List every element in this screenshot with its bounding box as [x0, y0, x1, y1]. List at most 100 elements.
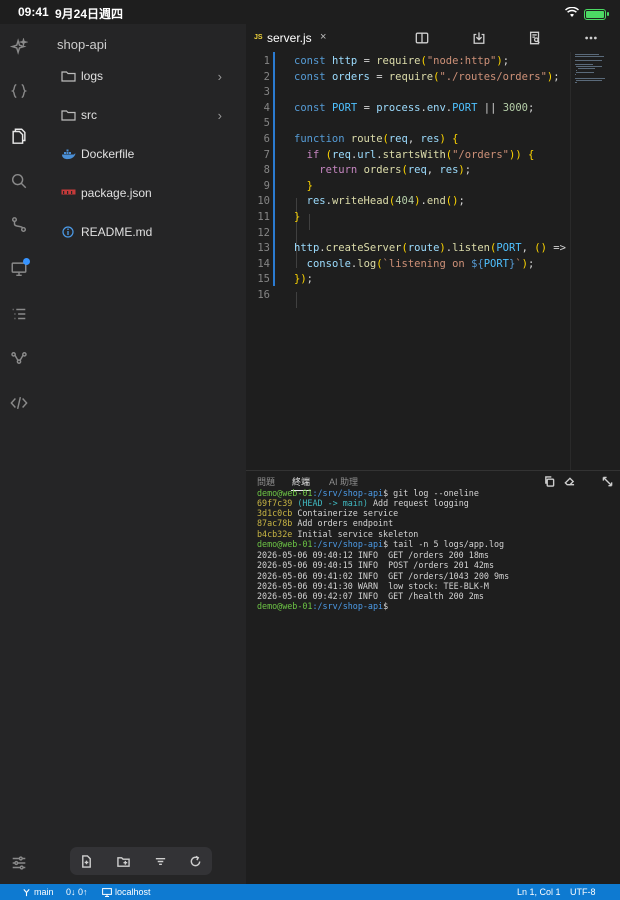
code-line: const PORT = process.env.PORT || 3000; [294, 101, 535, 114]
search-icon[interactable] [7, 169, 31, 193]
code-line: if (req.url.startsWith("/orders")) { [306, 148, 535, 161]
source-control-icon[interactable] [7, 213, 31, 237]
chevron-right-icon: › [217, 68, 222, 84]
encoding-status[interactable]: UTF-8 [570, 887, 596, 897]
terminal-line: b4cb32e Initial service skeleton [257, 529, 419, 539]
editor-tabbar: JS server.js × [246, 24, 620, 52]
line-number: 5 [263, 117, 270, 130]
clock: 09:41 [18, 5, 49, 19]
copy-icon[interactable] [542, 474, 556, 488]
remote-label: localhost [115, 887, 151, 897]
braces-icon[interactable] [7, 79, 31, 103]
minimap-line [576, 66, 602, 67]
branch-icon [23, 888, 30, 896]
code-line: } [294, 211, 301, 223]
tab-terminal[interactable]: 終端 [292, 475, 310, 488]
minimap-line [575, 78, 606, 79]
terminal-line: 2026-05-06 09:41:30 WARN low stock: TEE-… [257, 581, 489, 591]
explorer-sidebar: shop-api logs › src › Dockerfile package… [38, 24, 246, 884]
tab-ai-assistant[interactable]: AI 助理 [329, 475, 358, 488]
tree-item-readme[interactable]: README.md [38, 221, 246, 243]
line-number: 6 [263, 133, 270, 145]
battery-icon [584, 8, 609, 20]
terminal-line: 2026-05-06 09:40:12 INFO GET /orders 200… [257, 550, 489, 560]
line-number: 9 [263, 179, 270, 192]
maximize-panel-icon[interactable] [600, 474, 614, 488]
line-number: 13 [257, 242, 270, 255]
remote-status[interactable]: localhost [102, 887, 151, 897]
monitor-icon [102, 887, 112, 897]
sync-status[interactable]: 0↓ 0↑ [66, 887, 88, 897]
preview-search-icon[interactable] [527, 30, 543, 46]
line-number: 4 [263, 101, 270, 114]
tree-item-package-json[interactable]: package.json [38, 182, 246, 204]
settings-sliders-icon[interactable] [7, 851, 31, 875]
editor: JS server.js × 1 2 3 4 5 6 7 8 9 10 11 12 13 14 15 16 co… [246, 24, 620, 470]
branch-label: main [34, 887, 54, 897]
active-block-marker [273, 52, 275, 286]
line-number: 1 [263, 55, 270, 67]
status-bar: main 0↓ 0↑ localhost Ln 1, Col 1 UTF-8 [0, 884, 620, 900]
sync-label: 0↓ 0↑ [66, 887, 88, 897]
branch-status[interactable]: main [22, 887, 54, 897]
info-icon [60, 225, 76, 239]
terminal-line: demo@web-01:/srv/shop-api$ git log --one… [257, 488, 479, 498]
code-editor[interactable]: 1 2 3 4 5 6 7 8 9 10 11 12 13 14 15 16 const http = requ… [246, 52, 620, 470]
code-icon[interactable] [7, 391, 31, 415]
tab-label: server.js [267, 31, 312, 45]
folder-icon [60, 69, 76, 83]
cursor-position[interactable]: Ln 1, Col 1 [517, 887, 561, 897]
line-number: 3 [263, 86, 270, 99]
tree-item-label: Dockerfile [81, 147, 135, 161]
npm-icon [60, 186, 76, 200]
outline-list-icon[interactable] [7, 302, 31, 326]
minimap-line [575, 54, 599, 55]
js-file-icon: JS [254, 34, 263, 41]
download-icon[interactable] [471, 30, 487, 46]
refresh-icon[interactable] [187, 853, 203, 869]
minimap-line [575, 82, 578, 83]
line-number: 11 [257, 211, 270, 223]
more-options-icon[interactable] [583, 30, 599, 46]
tab-problems[interactable]: 問題 [257, 475, 275, 488]
tree-item-dockerfile[interactable]: Dockerfile [38, 143, 246, 165]
sparkle-icon[interactable] [7, 35, 31, 59]
remote-monitor-icon[interactable] [7, 257, 31, 281]
battery-level [586, 10, 604, 18]
ios-status-bar: 09:41 9月24日週四 [0, 0, 620, 24]
project-title: shop-api [57, 37, 107, 52]
terminal-line: 2026-05-06 09:40:15 INFO POST /orders 20… [257, 560, 494, 570]
date: 9月24日週四 [55, 7, 124, 21]
files-icon[interactable] [7, 124, 31, 148]
minimap-line [575, 64, 594, 65]
folder-icon [60, 108, 76, 122]
new-file-icon[interactable] [78, 853, 94, 869]
minimap-line [575, 56, 605, 57]
code-line: res.writeHead(404).end(); [306, 195, 465, 208]
minimap-line [575, 60, 602, 61]
filter-icon[interactable] [152, 853, 168, 869]
line-number: 14 [257, 257, 270, 270]
line-number: 7 [263, 148, 270, 161]
line-number: 10 [257, 195, 270, 208]
code-line: const orders = require("./routes/orders"… [294, 70, 560, 83]
indent-guide [309, 214, 310, 230]
close-icon[interactable]: × [320, 31, 326, 43]
terminal-line: 87ac78b Add orders endpoint [257, 518, 394, 528]
code-line: return orders(req, res); [319, 164, 472, 177]
chevron-right-icon: › [217, 107, 222, 123]
minimap[interactable] [570, 52, 620, 470]
graph-icon[interactable] [7, 346, 31, 370]
new-folder-icon[interactable] [115, 853, 131, 869]
split-editor-icon[interactable] [414, 30, 430, 46]
terminal-line: 3d1c0cb Containerize service [257, 508, 399, 518]
tab-server-js[interactable]: JS server.js × [246, 24, 341, 52]
tree-item-logs[interactable]: logs › [38, 65, 246, 87]
cursor-position-label: Ln 1, Col 1 [517, 887, 561, 897]
clear-eraser-icon[interactable] [562, 474, 576, 488]
tree-item-src[interactable]: src › [38, 104, 246, 126]
code-line: function route(req, res) { [294, 133, 459, 145]
notification-badge [23, 258, 30, 265]
tree-item-label: src [81, 108, 97, 122]
indent-guide [296, 292, 297, 308]
